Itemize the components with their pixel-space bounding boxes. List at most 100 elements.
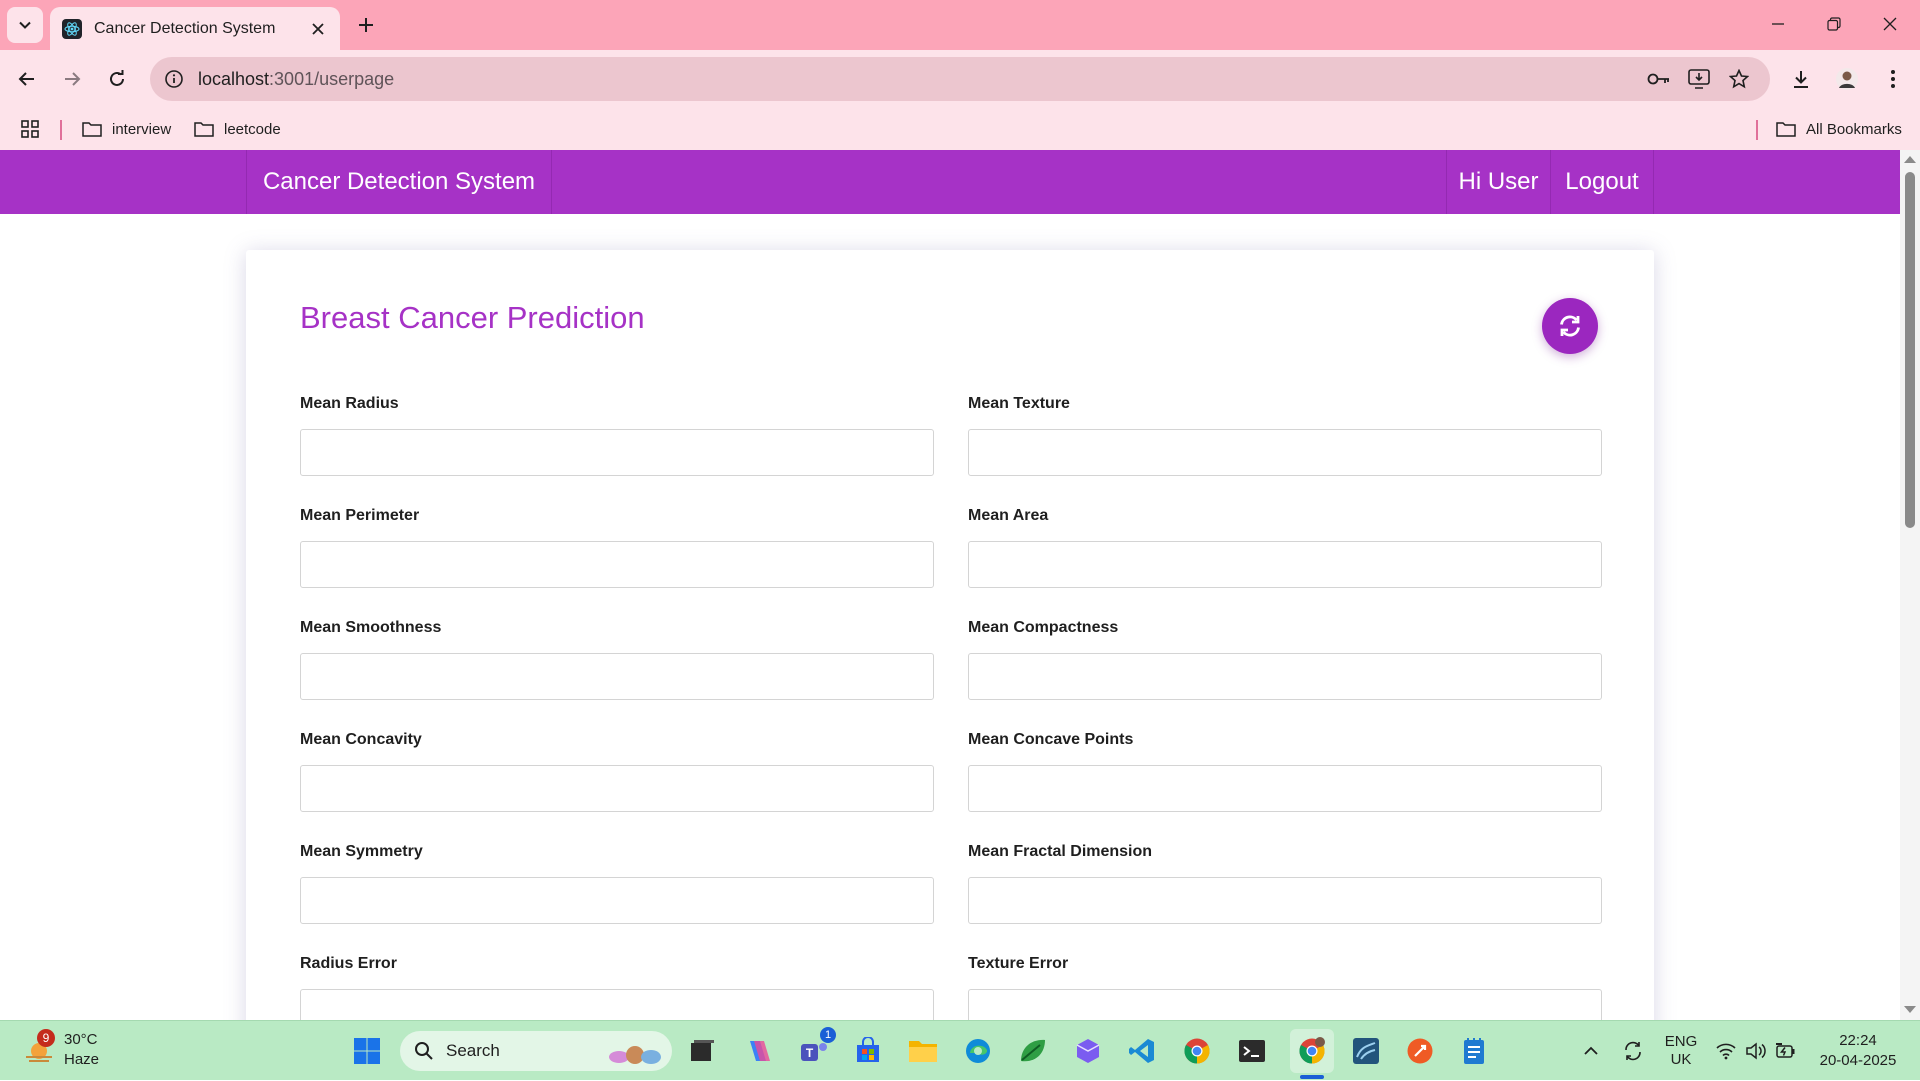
bookmark-interview[interactable]: interview [82, 116, 171, 142]
texture-error-input[interactable] [968, 989, 1602, 1020]
volume-icon [1746, 1042, 1766, 1060]
reload-button[interactable] [100, 62, 134, 96]
tab-search-button[interactable] [7, 7, 43, 43]
sync-tray-button[interactable] [1616, 1021, 1650, 1081]
restore-button[interactable] [1814, 8, 1854, 40]
bookmark-star-icon[interactable] [1727, 67, 1751, 91]
scroll-up-arrow-icon[interactable] [1904, 156, 1916, 163]
scroll-down-arrow-icon[interactable] [1904, 1006, 1916, 1013]
m365-icon [1076, 1039, 1100, 1063]
scrollbar-thumb[interactable] [1905, 172, 1915, 528]
back-button[interactable] [10, 62, 44, 96]
show-hidden-icons-button[interactable] [1576, 1021, 1606, 1081]
language-code: ENG [1664, 1033, 1698, 1050]
browser-tab-strip: Cancer Detection System [0, 0, 1920, 50]
field-label: Mean Symmetry [300, 843, 423, 860]
browser-tab[interactable]: Cancer Detection System [50, 7, 340, 50]
start-button[interactable] [347, 1031, 387, 1071]
mean-concavity-input[interactable] [300, 765, 934, 812]
mean-area-input[interactable] [968, 541, 1602, 588]
mean-symmetry-input[interactable] [300, 877, 934, 924]
greeting-link[interactable]: Hi User [1446, 150, 1550, 214]
forward-button[interactable] [55, 62, 89, 96]
m365-app[interactable] [1068, 1031, 1108, 1071]
mean-radius-input[interactable] [300, 429, 934, 476]
new-tab-button[interactable] [352, 11, 380, 39]
copilot-icon [750, 1041, 770, 1061]
battery-charging-icon [1776, 1043, 1795, 1058]
bookmarks-bar: interview leetcode All Bookmarks [0, 108, 1920, 150]
teams-app[interactable]: T 1 [794, 1027, 836, 1071]
wifi-icon [1716, 1043, 1736, 1060]
vscode-app[interactable] [1122, 1031, 1162, 1071]
install-app-icon[interactable] [1687, 67, 1711, 91]
clock-time: 22:24 [1839, 1032, 1877, 1049]
copilot-app[interactable] [738, 1031, 778, 1071]
field-mean-area: Mean Area [968, 507, 1602, 588]
search-icon [415, 1042, 433, 1060]
address-bar[interactable]: localhost:3001/userpage [150, 57, 1770, 101]
keyboard-layout: UK [1670, 1051, 1692, 1068]
url-text[interactable]: localhost:3001/userpage [198, 69, 394, 90]
folder-icon [1776, 122, 1796, 137]
chevron-up-icon [1584, 1046, 1598, 1055]
refresh-button[interactable] [1542, 298, 1598, 354]
notepad-app[interactable] [1454, 1031, 1494, 1071]
field-mean-concavity: Mean Concavity [300, 731, 934, 812]
mean-texture-input[interactable] [968, 429, 1602, 476]
task-view-button[interactable] [682, 1031, 722, 1071]
all-bookmarks-button[interactable]: All Bookmarks [1776, 116, 1902, 142]
apps-grid-icon [21, 120, 39, 138]
mean-perimeter-input[interactable] [300, 541, 934, 588]
wifi-button[interactable] [1712, 1021, 1740, 1081]
mean-fractal-dimension-input[interactable] [968, 877, 1602, 924]
weather-widget[interactable]: 9 30°C Haze [20, 1029, 130, 1073]
refresh-icon [1560, 315, 1580, 337]
chrome-app[interactable] [1177, 1031, 1217, 1071]
store-app[interactable] [848, 1031, 888, 1071]
browser-menu-button[interactable] [1876, 62, 1910, 96]
language-indicator[interactable]: ENG UK [1660, 1021, 1702, 1081]
close-window-button[interactable] [1870, 8, 1910, 40]
leaf-app[interactable] [1013, 1031, 1053, 1071]
minimize-button[interactable] [1758, 8, 1798, 40]
chrome-profile-app[interactable] [1290, 1029, 1334, 1079]
tab-title: Cancer Detection System [94, 19, 276, 37]
apps-button[interactable] [20, 116, 40, 142]
password-key-icon[interactable] [1647, 67, 1671, 91]
profile-avatar[interactable] [1830, 62, 1864, 96]
bookmark-leetcode[interactable]: leetcode [194, 116, 281, 142]
restore-icon [1827, 17, 1841, 31]
taskbar-search[interactable]: Search [400, 1031, 672, 1071]
mean-compactness-input[interactable] [968, 653, 1602, 700]
os-taskbar: 9 30°C Haze Search T 1 ENG UK 22:24 20-0… [0, 1020, 1920, 1080]
downloads-button[interactable] [1784, 62, 1818, 96]
page-scrollbar[interactable] [1900, 150, 1920, 1020]
weather-temp: 30°C [64, 1031, 98, 1048]
folder-icon [82, 122, 102, 137]
system-clock[interactable]: 22:24 20-04-2025 [1808, 1031, 1908, 1071]
site-info-icon[interactable] [164, 69, 184, 89]
terminal-app[interactable] [1232, 1031, 1272, 1071]
volume-button[interactable] [1742, 1021, 1770, 1081]
field-label: Mean Texture [968, 395, 1070, 412]
bookmark-label: leetcode [224, 120, 281, 138]
file-explorer-app[interactable] [903, 1031, 943, 1071]
battery-button[interactable] [1772, 1021, 1800, 1081]
mean-concave-points-input[interactable] [968, 765, 1602, 812]
profile-avatar-icon [1836, 68, 1858, 90]
chevron-down-icon [19, 21, 31, 29]
field-label: Mean Radius [300, 395, 399, 412]
mean-smoothness-input[interactable] [300, 653, 934, 700]
field-mean-symmetry: Mean Symmetry [300, 843, 934, 924]
radius-error-input[interactable] [300, 989, 934, 1020]
logout-link[interactable]: Logout [1550, 150, 1654, 214]
folder-icon [194, 122, 214, 137]
postman-app[interactable] [1400, 1031, 1440, 1071]
reload-icon [110, 70, 124, 86]
edge-app[interactable] [958, 1031, 998, 1071]
app-brand[interactable]: Cancer Detection System [246, 150, 552, 214]
field-texture-error: Texture Error [968, 955, 1602, 1020]
mysql-workbench-app[interactable] [1346, 1031, 1386, 1071]
tab-close-icon[interactable] [308, 19, 328, 39]
